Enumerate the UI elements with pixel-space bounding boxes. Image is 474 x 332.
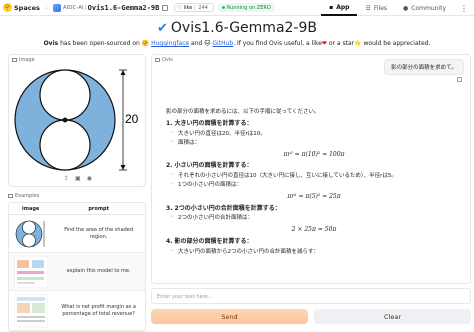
examples-label-text: Examples (15, 193, 40, 199)
tab-community[interactable]: ● Community (395, 0, 454, 16)
tab-files[interactable]: ☰ Files (357, 0, 395, 16)
subtitle-text-2: . If you find Ovis useful, a like (233, 40, 322, 47)
chatbot-label: Ovis (155, 57, 173, 63)
image-label-text: Image (19, 57, 35, 63)
example-thumbnail (9, 291, 52, 330)
dimension-label: 20 (125, 112, 139, 126)
image-icon (12, 58, 17, 62)
status-text: Running on ZERO (226, 4, 271, 11)
step-bullet: それぞれの小さい円の直径は10（大きい円に接し、互いに接しているため）、半径rは… (166, 172, 462, 181)
repo-name[interactable]: Ovis1.6-Gemma2-9B (88, 4, 160, 12)
image-upload-panel[interactable]: Image 20 ⇪ ▣ ◉ (8, 54, 146, 187)
copy-icon[interactable] (162, 4, 169, 11)
math-formula: πr² = π(5)² = 25π (287, 192, 341, 200)
subtitle-text-1: has been open-sourced on (58, 40, 142, 47)
send-button[interactable]: Send (151, 309, 308, 324)
step-heading: 4. 影の部分の面積を計算する： (166, 237, 253, 245)
step-bullet: 面積は： (166, 139, 462, 148)
camera-icon[interactable]: ◉ (87, 175, 92, 182)
image-tools: ⇪ ▣ ◉ (9, 175, 147, 182)
shaded-region-figure: 20 (14, 69, 140, 171)
huggingface-link[interactable]: Huggingface (151, 40, 189, 47)
chatbot-label-text: Ovis (162, 57, 173, 63)
github-link[interactable]: GitHub (212, 40, 233, 47)
example-prompt: explain this model to me. (66, 268, 131, 274)
message-input[interactable]: Enter your text here... (151, 288, 471, 304)
huggingface-logo-icon[interactable]: 🤗 (3, 3, 12, 12)
tab-app[interactable]: ▪ App (321, 0, 358, 16)
examples-label: Examples (8, 193, 146, 199)
example-row[interactable]: Find the area of the shaded region. (9, 215, 145, 253)
step-heading: 2. 小さい円の面積を計算する： (166, 162, 253, 170)
tab-files-label: Files (373, 4, 388, 12)
space-nav: ▪ App ☰ Files ● Community ⋮ (321, 0, 468, 16)
list-icon (8, 194, 13, 198)
org-link[interactable]: AIDC-AI (63, 5, 84, 11)
step-bullet: 大きい円の直径は20、半径rは10。 (166, 130, 462, 139)
chatbot-panel[interactable]: Ovis 影の部分の面積を求めて。 影の部分の面積を求めるには、以下の手順に従っ… (151, 54, 471, 284)
example-row[interactable]: What is net profit margin as a percentag… (9, 291, 145, 331)
user-message: 影の部分の面積を求めて。 (384, 59, 464, 75)
community-icon: ● (403, 4, 409, 12)
verified-check-icon: ✔ (156, 21, 168, 36)
more-menu-icon[interactable]: ⋮ (460, 4, 468, 13)
assistant-message: 影の部分の面積を求めるには、以下の手順に従ってください。 1. 大きい円の面積を… (166, 109, 462, 283)
status-badge: Running on ZERO (217, 3, 275, 12)
upload-icon[interactable]: ⇪ (64, 175, 69, 182)
example-row[interactable]: explain this model to me. (9, 253, 145, 291)
heart-icon: ♡ (177, 4, 182, 11)
example-prompt: What is net profit margin as a percentag… (61, 303, 136, 317)
huggingface-small-icon: 🤗 (141, 40, 150, 47)
clear-button[interactable]: Clear (314, 309, 471, 324)
path-separator: / (84, 4, 87, 11)
divider: : (45, 4, 48, 11)
top-bar: 🤗 Spaces : AIDC-AI / Ovis1.6-Gemma2-9B ♡… (0, 0, 474, 16)
files-icon: ☰ (365, 4, 371, 12)
example-prompt: Find the area of the shaded region. (64, 226, 134, 240)
subtitle-brand: Ovis (43, 40, 59, 47)
math-formula: 2 × 25π = 50π (291, 226, 337, 234)
tab-community-label: Community (411, 4, 446, 12)
tab-app-label: App (336, 3, 350, 11)
star-icon: ⭐ (354, 40, 362, 47)
github-small-icon: 🐱 (204, 40, 211, 47)
app-icon: ▪ (329, 3, 334, 11)
image-label: Image (12, 57, 35, 63)
col-image-header: image (22, 205, 40, 212)
col-prompt-header: prompt (88, 205, 110, 212)
step-bullet: 大きい円の面積から2つの小さい円の合計面積を減らす： (166, 248, 462, 257)
paste-icon[interactable]: ▣ (75, 175, 81, 182)
subtitle-text-3: or a star (326, 40, 355, 47)
examples-header: image prompt (9, 203, 145, 215)
chat-icon (155, 58, 160, 62)
copy-message-icon[interactable] (457, 77, 462, 82)
like-button[interactable]: ♡ like 244 (174, 3, 214, 12)
step-heading: 1. 大きい円の面積を計算する： (166, 119, 253, 127)
spaces-link[interactable]: Spaces (14, 4, 40, 12)
page-subtitle: Ovis has been open-sourced on 🤗 Huggingf… (0, 40, 474, 47)
status-dot-icon (221, 6, 225, 9)
like-label: like (183, 4, 193, 11)
step-bullet: 1つの小さい円の面積は： (166, 181, 462, 190)
examples-table: image prompt Find the area of the shaded… (8, 202, 146, 332)
assistant-intro: 影の部分の面積を求めるには、以下の手順に従ってください。 (166, 109, 320, 115)
math-formula: πr² = π(10)² = 100π (283, 150, 345, 158)
subtitle-and: and (189, 40, 205, 47)
example-thumbnail (9, 253, 52, 290)
org-avatar (52, 3, 61, 12)
step-bullet: 2つの小さい円の合計面積は： (166, 214, 462, 223)
subtitle-text-4: would be appreciated. (361, 40, 431, 47)
example-thumbnail (9, 215, 52, 252)
page-title-text: Ovis1.6-Gemma2-9B (170, 20, 317, 36)
step-heading: 3. 2つの小さい円の合計面積を計算する： (166, 204, 281, 212)
like-count: 244 (194, 4, 211, 11)
page-title: ✔ Ovis1.6-Gemma2-9B (0, 20, 474, 36)
